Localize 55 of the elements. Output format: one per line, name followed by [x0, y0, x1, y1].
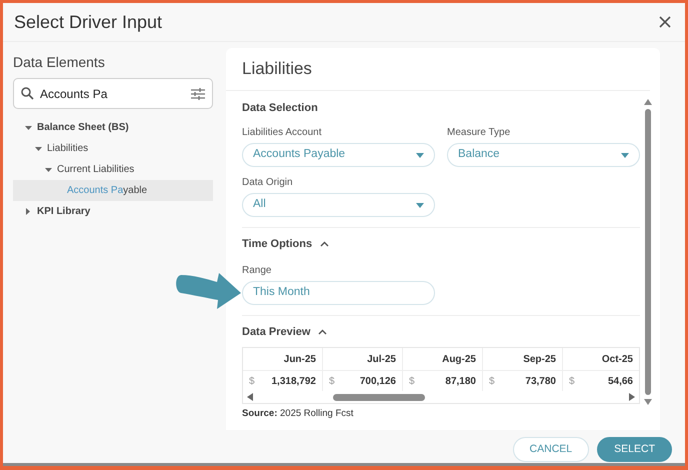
column-header: Jun-25: [243, 348, 323, 371]
search-icon: [21, 87, 34, 100]
section-heading: Data Preview: [242, 324, 310, 340]
currency-sign: $: [409, 375, 415, 389]
column-header: Jul-25: [323, 348, 403, 371]
source-note: Source: 2025 Rolling Fcst: [242, 407, 354, 421]
table-cell-text: 54,66: [608, 375, 633, 389]
section-heading: Time Options: [242, 237, 312, 252]
field-label: Range: [242, 264, 272, 278]
tree-item[interactable]: KPI Library: [13, 201, 213, 222]
tree-label: Current Liabilities: [57, 163, 134, 177]
currency-sign: $: [569, 375, 575, 389]
currency-sign: $: [249, 375, 255, 389]
table-cell-text: 87,180: [445, 375, 476, 389]
scrollbar-thumb[interactable]: [645, 108, 651, 394]
expanded-caret-icon[interactable]: [44, 168, 52, 172]
caret-icon: [621, 152, 629, 158]
tree-item[interactable]: Balance Sheet (BS): [13, 117, 213, 138]
collapsed-caret-icon[interactable]: [26, 208, 30, 215]
field-label: Data Origin: [242, 176, 294, 190]
table-cell-text: 700,126: [360, 375, 396, 389]
tree-label: Balance Sheet (BS): [37, 121, 129, 135]
sidebar-heading: Data Elements: [13, 53, 106, 72]
close-button[interactable]: [657, 14, 673, 30]
expanded-caret-icon[interactable]: [24, 126, 32, 130]
scroll-down-icon[interactable]: [644, 398, 652, 404]
tree-label: Liabilities: [47, 142, 88, 156]
currency-sign: $: [329, 375, 335, 389]
caret-icon: [416, 202, 424, 208]
column-header: Sep-25: [483, 348, 563, 371]
field-label: Liabilities Account: [242, 126, 322, 140]
scroll-right-icon[interactable]: [629, 393, 635, 401]
expanded-caret-icon[interactable]: [34, 146, 42, 150]
scrollbar-thumb[interactable]: [333, 394, 425, 400]
filter-icon[interactable]: [191, 88, 205, 100]
chevron-up-icon[interactable]: [318, 328, 328, 335]
column-header: Aug-25: [403, 348, 483, 371]
scroll-up-icon[interactable]: [644, 98, 652, 104]
chevron-up-icon[interactable]: [320, 241, 330, 248]
tree-label: KPI Library: [37, 205, 90, 219]
field-label: Measure Type: [447, 126, 512, 140]
tree-label: Accounts Payable: [67, 184, 148, 198]
caret-icon: [416, 152, 424, 158]
table-cell-text: 73,780: [525, 375, 556, 389]
dialog-title: Select Driver Input: [14, 10, 162, 34]
column-header: Oct-25: [563, 348, 639, 371]
section-heading: Data Selection: [242, 100, 319, 116]
currency-sign: $: [489, 375, 495, 389]
tree-item[interactable]: Current Liabilities: [13, 159, 213, 180]
tree-item[interactable]: Accounts Payable: [13, 180, 213, 201]
tree-item[interactable]: Liabilities: [13, 138, 213, 159]
table-cell-text: 1,318,792: [272, 375, 316, 389]
panel-title: Liabilities: [226, 48, 650, 90]
scroll-left-icon[interactable]: [247, 393, 253, 401]
search-field[interactable]: Accounts Pa: [13, 78, 213, 109]
